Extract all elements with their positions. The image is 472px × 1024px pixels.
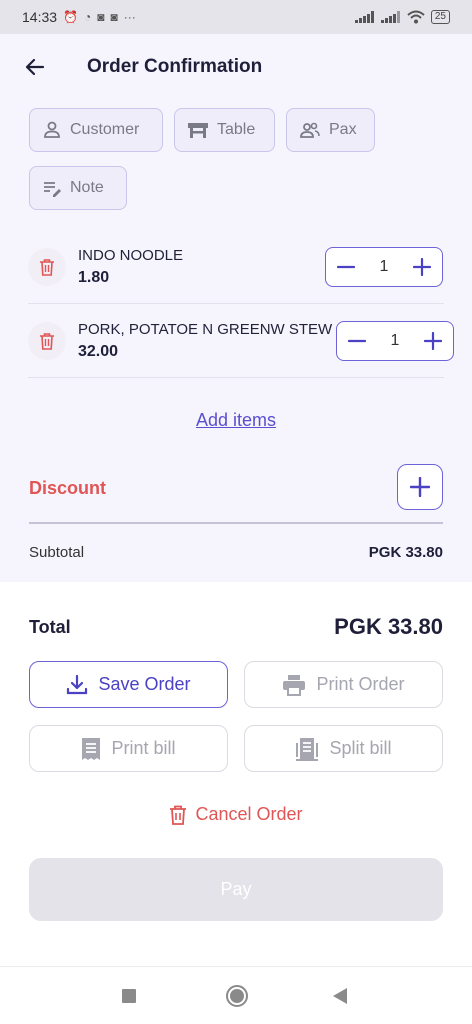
item-name: INDO NOODLE bbox=[78, 247, 184, 264]
page-title: Order Confirmation bbox=[87, 56, 263, 77]
table-chip[interactable]: Table bbox=[174, 108, 275, 152]
cancel-order-label: Cancel Order bbox=[195, 804, 303, 824]
status-left: 14:33 ⏰ ◔ ◙ ◙ ··· bbox=[22, 9, 136, 25]
divider bbox=[29, 522, 443, 524]
pay-button[interactable]: Pay bbox=[29, 858, 443, 921]
print-order-label: Print Order bbox=[316, 674, 405, 694]
printer-icon bbox=[283, 674, 306, 696]
table-chip-label: Table bbox=[217, 121, 256, 138]
decrease-qty-button[interactable] bbox=[334, 255, 358, 279]
plus-icon bbox=[424, 332, 442, 350]
header: Order Confirmation bbox=[0, 34, 472, 100]
pay-label: Pay bbox=[220, 879, 252, 899]
person-icon bbox=[44, 121, 60, 138]
add-discount-button[interactable] bbox=[397, 464, 443, 510]
minus-icon bbox=[337, 265, 355, 269]
wifi-icon bbox=[407, 10, 425, 24]
whatsapp-icon: ◔ bbox=[84, 10, 92, 24]
alarm-icon: ⏰ bbox=[63, 10, 78, 24]
plus-icon bbox=[410, 477, 430, 497]
item-price: 1.80 bbox=[78, 269, 110, 286]
split-bill-icon bbox=[296, 737, 319, 761]
recents-button[interactable] bbox=[122, 989, 136, 1003]
print-bill-button[interactable]: Print bill bbox=[29, 725, 228, 772]
note-edit-icon bbox=[44, 182, 61, 197]
table-icon bbox=[188, 123, 208, 138]
discount-label: Discount bbox=[29, 478, 107, 498]
print-bill-label: Print bill bbox=[111, 738, 176, 758]
trash-icon bbox=[170, 805, 187, 825]
trash-icon bbox=[40, 259, 54, 276]
subtotal-value: PGK 33.80 bbox=[368, 544, 443, 561]
signal-icon-2 bbox=[380, 11, 400, 23]
item-name: PORK, POTATOE N GREENW STEW bbox=[78, 321, 333, 338]
note-chip[interactable]: Note bbox=[29, 166, 127, 210]
cancel-order-button[interactable]: Cancel Order bbox=[0, 804, 472, 825]
remove-item-button[interactable] bbox=[28, 322, 66, 360]
status-time: 14:33 bbox=[22, 9, 58, 25]
note-chip-label: Note bbox=[70, 179, 104, 196]
pax-chip[interactable]: Pax bbox=[286, 108, 375, 152]
quantity-value: 1 bbox=[379, 258, 389, 275]
increase-qty-button[interactable] bbox=[410, 255, 434, 279]
system-nav-bar bbox=[0, 966, 472, 1024]
system-back-button[interactable] bbox=[333, 988, 347, 1004]
back-button[interactable] bbox=[22, 54, 48, 80]
order-item-row: PORK, POTATOE N GREENW STEW 32.00 1 bbox=[28, 304, 454, 378]
order-item-row: INDO NOODLE 1.80 1 bbox=[28, 230, 444, 304]
increase-qty-button[interactable] bbox=[421, 329, 445, 353]
instagram-icon-2: ◙ bbox=[110, 10, 118, 24]
save-order-button[interactable]: Save Order bbox=[29, 661, 228, 708]
quantity-value: 1 bbox=[390, 332, 400, 349]
customer-chip[interactable]: Customer bbox=[29, 108, 163, 152]
home-button[interactable] bbox=[226, 985, 248, 1007]
status-right: 25 bbox=[354, 10, 450, 24]
add-items-link[interactable]: Add items bbox=[0, 410, 472, 431]
download-icon bbox=[67, 674, 88, 694]
customer-chip-label: Customer bbox=[70, 121, 140, 138]
split-bill-label: Split bill bbox=[329, 738, 392, 758]
remove-item-button[interactable] bbox=[28, 248, 66, 286]
total-value: PGK 33.80 bbox=[334, 614, 443, 639]
instagram-icon: ◙ bbox=[97, 10, 105, 24]
battery-icon: 25 bbox=[430, 10, 450, 24]
total-label: Total bbox=[29, 617, 71, 637]
trash-icon bbox=[40, 333, 54, 350]
receipt-icon bbox=[82, 737, 101, 760]
plus-icon bbox=[413, 258, 431, 276]
quantity-stepper: 1 bbox=[325, 247, 443, 287]
minus-icon bbox=[348, 339, 366, 343]
more-notifications-icon: ··· bbox=[123, 10, 136, 24]
quantity-stepper: 1 bbox=[336, 321, 454, 361]
subtotal-label: Subtotal bbox=[29, 544, 85, 561]
people-icon bbox=[300, 122, 320, 138]
decrease-qty-button[interactable] bbox=[345, 329, 369, 353]
signal-icon bbox=[354, 11, 374, 23]
pax-chip-label: Pax bbox=[329, 121, 357, 138]
status-bar: 14:33 ⏰ ◔ ◙ ◙ ··· 25 bbox=[0, 0, 472, 34]
split-bill-button[interactable]: Split bill bbox=[244, 725, 443, 772]
arrow-left-icon bbox=[25, 58, 45, 76]
print-order-button[interactable]: Print Order bbox=[244, 661, 443, 708]
save-order-label: Save Order bbox=[98, 674, 191, 694]
item-price: 32.00 bbox=[78, 343, 119, 360]
